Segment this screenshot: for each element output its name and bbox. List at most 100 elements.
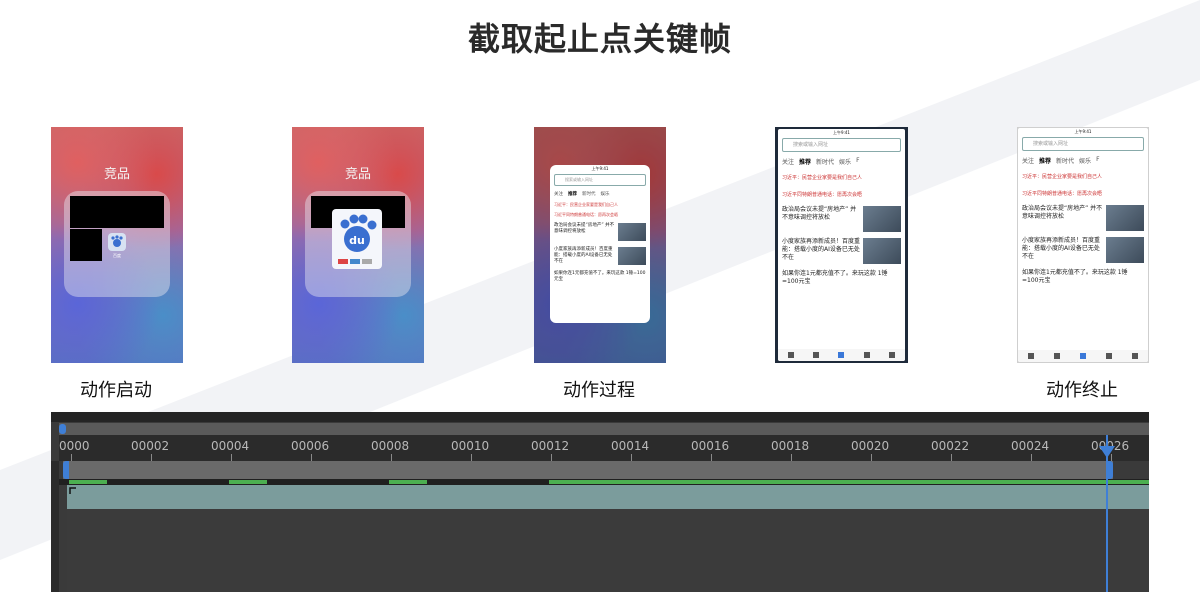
news-thumbnail bbox=[1106, 237, 1144, 263]
status-bar-time: 上午9:41 bbox=[833, 130, 850, 135]
tab-new-era[interactable]: 新时代 bbox=[582, 191, 596, 197]
ruler-tick bbox=[471, 454, 472, 461]
tab-entertainment[interactable]: 娱乐 bbox=[839, 157, 851, 166]
news-item-text: 如果你连1元都充值不了。来玩这款 1锤=100元宝 bbox=[782, 270, 888, 285]
news-item-text: 政治局会议未提“房地产” 并不意味调控将放松 bbox=[554, 223, 615, 234]
tab-new-era[interactable]: 新时代 bbox=[816, 157, 834, 166]
search-input[interactable]: 搜索或输入网址 bbox=[782, 138, 901, 152]
ruler-tick bbox=[951, 454, 952, 461]
headline-2[interactable]: 习近平同特朗普通电话：愿再次会晤 bbox=[778, 186, 905, 203]
ruler-tick-label: 00010 bbox=[451, 439, 490, 453]
headline-2[interactable]: 习近平同特朗普通电话：愿再次会晤 bbox=[550, 210, 650, 220]
app-icon-label: 百度 bbox=[113, 253, 121, 258]
tab-entertainment[interactable]: 娱乐 bbox=[1079, 156, 1091, 165]
play-icon[interactable] bbox=[813, 352, 820, 358]
app-folder: 百度 bbox=[64, 191, 170, 297]
video-icon[interactable] bbox=[863, 352, 870, 358]
headline-1[interactable]: 习近平：民营企业家要是我们自己人 bbox=[550, 200, 650, 210]
folder-title: 竞品 bbox=[344, 167, 371, 182]
video-icon[interactable] bbox=[1106, 353, 1112, 359]
search-input[interactable]: 搜索或输入网址 bbox=[554, 174, 646, 186]
keyframe-marker[interactable] bbox=[549, 480, 1149, 484]
news-item[interactable]: 小度家族再添新成员！百度重能：搭载小度的AI设备已无处不在 bbox=[1018, 234, 1148, 266]
ruler-tick-label: 00014 bbox=[611, 439, 650, 453]
headline-2[interactable]: 习近平同特朗普通电话：愿再次会晤 bbox=[1018, 185, 1148, 202]
news-item[interactable]: 小度家族再添新成员！百度重能：搭载小度的AI设备已无处不在 bbox=[778, 235, 905, 267]
news-thumbnail bbox=[863, 238, 901, 264]
keyframe-end: 上午9:41 搜索或输入网址 关注 推荐 新时代 娱乐 F 习近平：民营企业家要… bbox=[1017, 127, 1149, 363]
ruler-tick bbox=[711, 454, 712, 461]
ruler-tick-label: 00012 bbox=[531, 439, 570, 453]
tab-follow[interactable]: 关注 bbox=[554, 191, 563, 197]
keyframe-marker[interactable] bbox=[69, 480, 107, 484]
news-item-text: 小度家族再添新成员！百度重能：搭载小度的AI设备已无处不在 bbox=[1022, 237, 1101, 260]
news-thumbnail bbox=[863, 206, 901, 232]
tab-follow[interactable]: 关注 bbox=[782, 157, 794, 166]
ruler-tick bbox=[391, 454, 392, 461]
ruler-tick-label: 0000 bbox=[59, 439, 90, 453]
tab-recommend[interactable]: 推荐 bbox=[1039, 156, 1051, 165]
tab-entertainment[interactable]: 娱乐 bbox=[601, 191, 610, 197]
profile-icon[interactable] bbox=[1132, 353, 1138, 359]
news-item[interactable]: 政治局会议未提“房地产” 并不意味调控将放松 bbox=[1018, 202, 1148, 234]
phone-screen: 上午9:41 搜索或输入网址 关注 推荐 新时代 娱乐 F 习近平：民营企业家要… bbox=[1018, 128, 1148, 362]
mic-icon[interactable] bbox=[838, 352, 845, 358]
timeline-header bbox=[51, 412, 1149, 422]
keyframe-process: 上午9:41 搜索或输入网址 关注 推荐 新时代 娱乐 习近平：民营企业家要是我… bbox=[534, 127, 666, 363]
ruler-tick-label: 00002 bbox=[131, 439, 170, 453]
news-item[interactable]: 政治局会议未提“房地产” 并不意味调控将放松 bbox=[550, 220, 650, 244]
ruler-tick bbox=[151, 454, 152, 461]
headline-1[interactable]: 习近平：民营企业家要是我们自己人 bbox=[1018, 168, 1148, 185]
keyframe-opening: 竞品 du bbox=[292, 127, 424, 363]
playhead-line[interactable] bbox=[1106, 435, 1108, 592]
clip-corner-icon bbox=[69, 487, 76, 494]
tab-new-era[interactable]: 新时代 bbox=[1056, 156, 1074, 165]
news-item[interactable]: 政治局会议未提“房地产” 并不意味调控将放松 bbox=[778, 203, 905, 235]
profile-icon[interactable] bbox=[889, 352, 896, 358]
phone-screen: 上午9:41 搜索或输入网址 关注 推荐 新时代 娱乐 F 习近平：民营企业家要… bbox=[778, 129, 905, 361]
news-item[interactable]: 如果你连1元都充值不了。来玩这款 1锤=100元宝 bbox=[1018, 266, 1148, 288]
folder-title: 竞品 bbox=[103, 167, 130, 182]
timeline-ruler[interactable]: 0000 00002 00004 00006 00008 00010 00012… bbox=[59, 435, 1149, 461]
playhead-marker-icon[interactable] bbox=[1099, 446, 1115, 458]
work-area-range[interactable] bbox=[63, 461, 1113, 479]
keyframe-marker[interactable] bbox=[389, 480, 427, 484]
redacted-block bbox=[70, 229, 102, 261]
news-item[interactable]: 如果你连1元都充值不了。来玩这款 1锤=100元宝 bbox=[778, 267, 905, 289]
baidu-app-icon[interactable] bbox=[108, 233, 126, 251]
tab-recommend[interactable]: 推荐 bbox=[568, 191, 577, 197]
keyframe-marker[interactable] bbox=[229, 480, 267, 484]
video-track-clip[interactable] bbox=[67, 485, 1149, 509]
caption-start: 动作启动 bbox=[80, 380, 152, 401]
status-bar-time: 上午9:41 bbox=[1074, 129, 1092, 134]
news-item[interactable]: 小度家族再添新成员！百度重能：搭载小度的AI设备已无处不在 bbox=[550, 244, 650, 268]
news-thumbnail bbox=[618, 247, 646, 265]
scroll-handle[interactable] bbox=[59, 424, 66, 434]
tab-more[interactable]: F bbox=[1096, 156, 1099, 165]
home-icon[interactable] bbox=[787, 352, 794, 358]
caption-end: 动作终止 bbox=[1046, 380, 1118, 401]
tab-follow[interactable]: 关注 bbox=[1022, 156, 1034, 165]
mic-icon[interactable] bbox=[1080, 353, 1086, 359]
tab-recommend[interactable]: 推荐 bbox=[799, 157, 811, 166]
keyframe-process-full: 上午9:41 搜索或输入网址 关注 推荐 新时代 娱乐 F 习近平：民营企业家要… bbox=[775, 127, 908, 363]
ruler-tick-label: 00004 bbox=[211, 439, 250, 453]
status-bar-time: 上午9:41 bbox=[591, 166, 609, 171]
news-item[interactable]: 如果你连1元都充值不了。来玩这款 1锤=100元宝 bbox=[550, 268, 650, 286]
app-folder: du bbox=[305, 191, 411, 297]
timeline-panel: 0000 00002 00004 00006 00008 00010 00012… bbox=[51, 412, 1149, 592]
ruler-tick-label: 00022 bbox=[931, 439, 970, 453]
news-item-text: 政治局会议未提“房地产” 并不意味调控将放松 bbox=[1022, 205, 1103, 220]
headline-1[interactable]: 习近平：民营企业家要是我们自己人 bbox=[778, 169, 905, 186]
search-input[interactable]: 搜索或输入网址 bbox=[1022, 137, 1144, 151]
timeline-scrollbar[interactable] bbox=[59, 423, 1149, 435]
ruler-tick-label: 00006 bbox=[291, 439, 330, 453]
news-item-text: 如果你连1元都充值不了。来玩这款 1锤=100元宝 bbox=[1022, 269, 1128, 284]
tab-more[interactable]: F bbox=[856, 157, 859, 166]
feed-tabs: 关注 推荐 新时代 娱乐 F bbox=[1018, 153, 1148, 168]
home-icon[interactable] bbox=[1028, 353, 1034, 359]
ruler-tick-label: 00018 bbox=[771, 439, 810, 453]
page-title: 截取起止点关键帧 bbox=[467, 20, 732, 58]
range-start-handle[interactable] bbox=[63, 461, 69, 479]
play-icon[interactable] bbox=[1054, 353, 1060, 359]
